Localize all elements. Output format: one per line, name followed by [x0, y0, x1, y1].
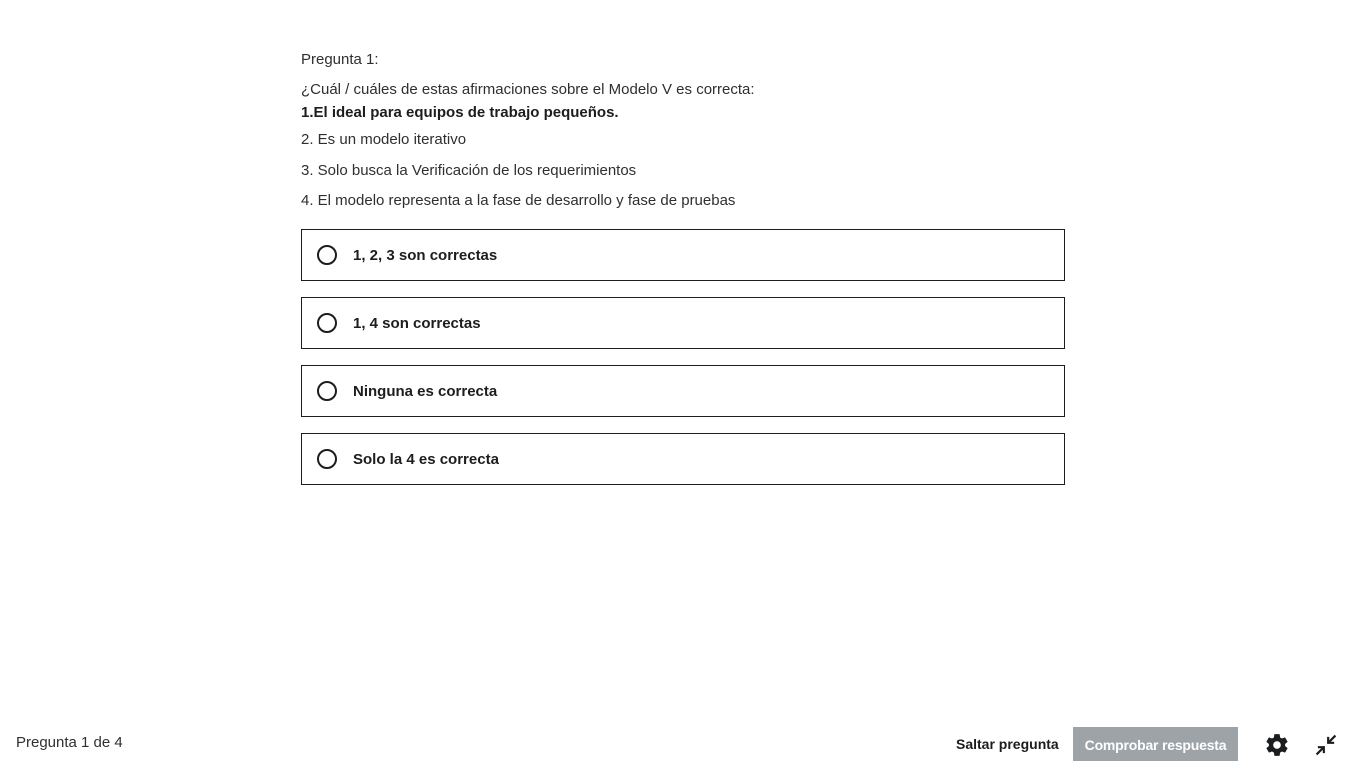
- settings-button[interactable]: [1264, 732, 1290, 758]
- answer-option-label: Solo la 4 es correcta: [353, 450, 499, 468]
- radio-button[interactable]: [317, 245, 337, 265]
- question-progress: Pregunta 1 de 4: [16, 734, 123, 751]
- radio-button[interactable]: [317, 381, 337, 401]
- question-prompt: ¿Cuál / cuáles de estas afirmaciones sob…: [301, 81, 755, 98]
- question-statement-3: 3. Solo busca la Verificación de los req…: [301, 161, 637, 179]
- question-area: Pregunta 1: ¿Cuál / cuáles de estas afir…: [301, 50, 1065, 222]
- answer-option-3[interactable]: Ninguna es correcta: [301, 365, 1065, 417]
- answer-option-4[interactable]: Solo la 4 es correcta: [301, 433, 1065, 485]
- collapse-arrows-icon: [1313, 732, 1339, 758]
- check-answer-button[interactable]: Comprobar respuesta: [1073, 727, 1238, 761]
- answer-option-label: 1, 2, 3 son correctas: [353, 246, 498, 264]
- answer-options: 1, 2, 3 son correctas 1, 4 son correctas…: [301, 229, 1065, 501]
- question-number: Pregunta 1:: [301, 51, 379, 68]
- answer-option-label: Ninguna es correcta: [353, 382, 498, 400]
- gear-icon: [1264, 732, 1290, 758]
- answer-option-1[interactable]: 1, 2, 3 son correctas: [301, 229, 1065, 281]
- skip-question-button[interactable]: Saltar pregunta: [948, 727, 1067, 761]
- answer-option-label: 1, 4 son correctas: [353, 314, 481, 332]
- question-statement-1: 1.El ideal para equipos de trabajo peque…: [301, 104, 619, 121]
- answer-option-2[interactable]: 1, 4 son correctas: [301, 297, 1065, 349]
- exit-fullscreen-button[interactable]: [1313, 732, 1339, 758]
- radio-button[interactable]: [317, 313, 337, 333]
- question-statement-4: 4. El modelo representa a la fase de des…: [301, 192, 736, 209]
- quiz-page: Pregunta 1: ¿Cuál / cuáles de estas afir…: [0, 0, 1366, 768]
- quiz-footer: Pregunta 1 de 4 Saltar pregunta Comproba…: [0, 720, 1366, 768]
- radio-button[interactable]: [317, 449, 337, 469]
- question-statement-2: 2. Es un modelo iterativo: [301, 131, 467, 148]
